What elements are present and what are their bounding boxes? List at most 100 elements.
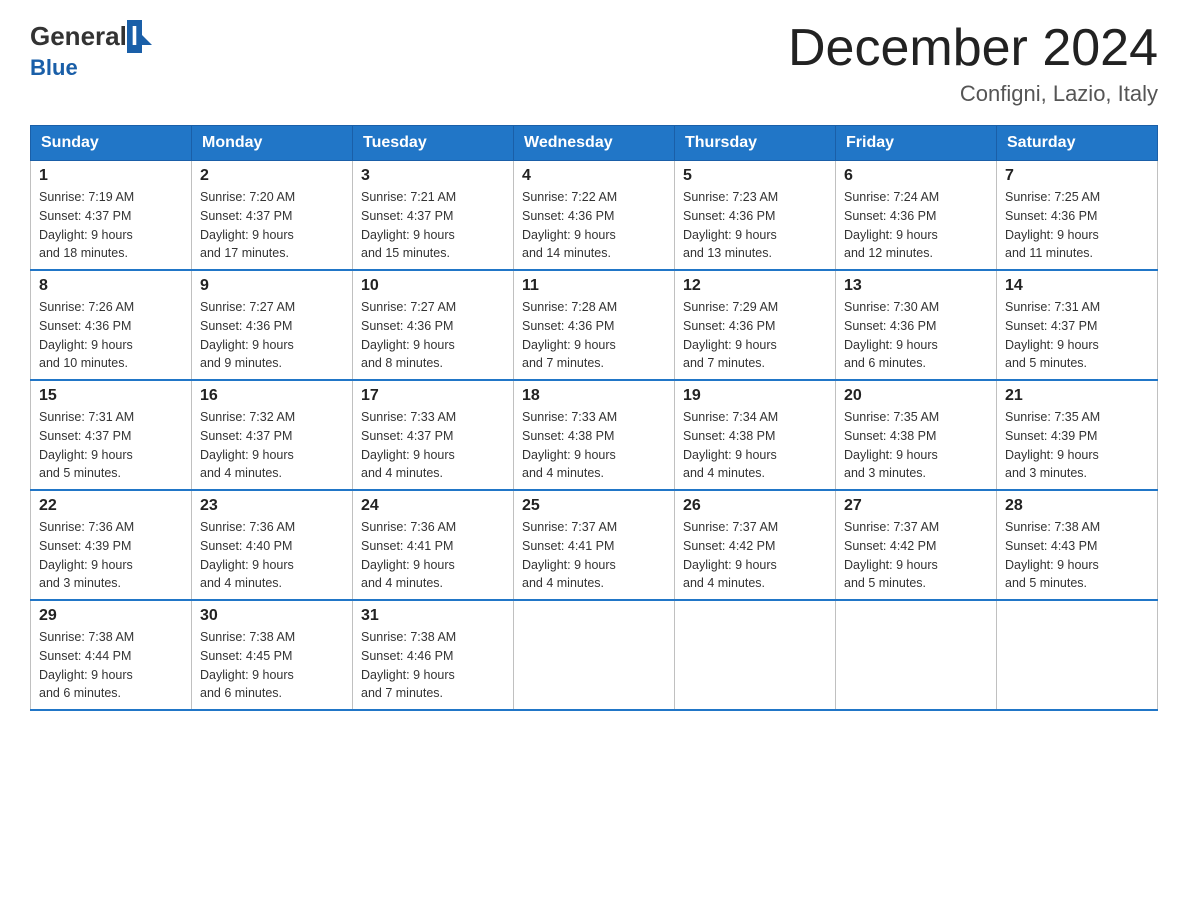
calendar-week-3: 15 Sunrise: 7:31 AMSunset: 4:37 PMDayligh…	[31, 380, 1158, 490]
day-number: 28	[1005, 497, 1149, 515]
logo: General l Blue	[30, 20, 152, 81]
day-info: Sunrise: 7:33 AMSunset: 4:37 PMDaylight:…	[361, 408, 505, 483]
day-info: Sunrise: 7:34 AMSunset: 4:38 PMDaylight:…	[683, 408, 827, 483]
calendar-cell: 1 Sunrise: 7:19 AMSunset: 4:37 PMDaylight…	[31, 161, 192, 271]
day-info: Sunrise: 7:26 AMSunset: 4:36 PMDaylight:…	[39, 298, 183, 373]
day-number: 15	[39, 387, 183, 405]
calendar-subtitle: Configni, Lazio, Italy	[788, 81, 1158, 107]
day-info: Sunrise: 7:36 AMSunset: 4:39 PMDaylight:…	[39, 518, 183, 593]
calendar-cell	[675, 600, 836, 710]
calendar-cell: 8 Sunrise: 7:26 AMSunset: 4:36 PMDaylight…	[31, 270, 192, 380]
calendar-cell: 5 Sunrise: 7:23 AMSunset: 4:36 PMDaylight…	[675, 161, 836, 271]
calendar-cell: 6Sunrise: 7:24 AMSunset: 4:36 PMDaylight…	[836, 161, 997, 271]
day-number: 31	[361, 607, 505, 625]
day-info: Sunrise: 7:37 AMSunset: 4:42 PMDaylight:…	[844, 518, 988, 593]
day-number: 1	[39, 167, 183, 185]
day-info: Sunrise: 7:31 AMSunset: 4:37 PMDaylight:…	[1005, 298, 1149, 373]
day-number: 25	[522, 497, 666, 515]
day-info: Sunrise: 7:35 AMSunset: 4:39 PMDaylight:…	[1005, 408, 1149, 483]
day-number: 11	[522, 277, 666, 295]
calendar-cell	[514, 600, 675, 710]
day-info: Sunrise: 7:19 AMSunset: 4:37 PMDaylight:…	[39, 188, 183, 263]
day-number: 4	[522, 167, 666, 185]
calendar-table: SundayMondayTuesdayWednesdayThursdayFrid…	[30, 125, 1158, 711]
calendar-cell: 25 Sunrise: 7:37 AMSunset: 4:41 PMDayligh…	[514, 490, 675, 600]
day-info: Sunrise: 7:25 AMSunset: 4:36 PMDaylight:…	[1005, 188, 1149, 263]
day-info: Sunrise: 7:27 AMSunset: 4:36 PMDaylight:…	[361, 298, 505, 373]
day-number: 27	[844, 497, 988, 515]
day-info: Sunrise: 7:35 AMSunset: 4:38 PMDaylight:…	[844, 408, 988, 483]
day-number: 17	[361, 387, 505, 405]
calendar-cell: 23 Sunrise: 7:36 AMSunset: 4:40 PMDayligh…	[192, 490, 353, 600]
calendar-cell: 15 Sunrise: 7:31 AMSunset: 4:37 PMDayligh…	[31, 380, 192, 490]
calendar-cell: 28 Sunrise: 7:38 AMSunset: 4:43 PMDayligh…	[997, 490, 1158, 600]
day-number: 5	[683, 167, 827, 185]
calendar-cell: 24 Sunrise: 7:36 AMSunset: 4:41 PMDayligh…	[353, 490, 514, 600]
day-info: Sunrise: 7:37 AMSunset: 4:42 PMDaylight:…	[683, 518, 827, 593]
day-info: Sunrise: 7:29 AMSunset: 4:36 PMDaylight:…	[683, 298, 827, 373]
day-info: Sunrise: 7:20 AMSunset: 4:37 PMDaylight:…	[200, 188, 344, 263]
day-info: Sunrise: 7:38 AMSunset: 4:46 PMDaylight:…	[361, 628, 505, 703]
day-number: 13	[844, 277, 988, 295]
day-number: 23	[200, 497, 344, 515]
day-info: Sunrise: 7:37 AMSunset: 4:41 PMDaylight:…	[522, 518, 666, 593]
day-info: Sunrise: 7:27 AMSunset: 4:36 PMDaylight:…	[200, 298, 344, 373]
day-number: 10	[361, 277, 505, 295]
calendar-cell: 21 Sunrise: 7:35 AMSunset: 4:39 PMDayligh…	[997, 380, 1158, 490]
calendar-cell: 29 Sunrise: 7:38 AMSunset: 4:44 PMDayligh…	[31, 600, 192, 710]
day-info: Sunrise: 7:31 AMSunset: 4:37 PMDaylight:…	[39, 408, 183, 483]
calendar-cell: 31 Sunrise: 7:38 AMSunset: 4:46 PMDayligh…	[353, 600, 514, 710]
day-number: 19	[683, 387, 827, 405]
calendar-cell: 12Sunrise: 7:29 AMSunset: 4:36 PMDayligh…	[675, 270, 836, 380]
day-number: 16	[200, 387, 344, 405]
day-info: Sunrise: 7:22 AMSunset: 4:36 PMDaylight:…	[522, 188, 666, 263]
weekday-header-friday: Friday	[836, 126, 997, 161]
day-info: Sunrise: 7:21 AMSunset: 4:37 PMDaylight:…	[361, 188, 505, 263]
day-number: 24	[361, 497, 505, 515]
calendar-cell	[997, 600, 1158, 710]
weekday-header-wednesday: Wednesday	[514, 126, 675, 161]
calendar-cell: 3Sunrise: 7:21 AMSunset: 4:37 PMDaylight…	[353, 161, 514, 271]
day-number: 14	[1005, 277, 1149, 295]
weekday-header-tuesday: Tuesday	[353, 126, 514, 161]
logo-blue-label: Blue	[30, 55, 78, 81]
calendar-cell: 18Sunrise: 7:33 AMSunset: 4:38 PMDayligh…	[514, 380, 675, 490]
day-number: 8	[39, 277, 183, 295]
calendar-cell: 27 Sunrise: 7:37 AMSunset: 4:42 PMDayligh…	[836, 490, 997, 600]
calendar-week-1: 1 Sunrise: 7:19 AMSunset: 4:37 PMDaylight…	[31, 161, 1158, 271]
day-number: 26	[683, 497, 827, 515]
day-info: Sunrise: 7:38 AMSunset: 4:45 PMDaylight:…	[200, 628, 344, 703]
calendar-cell: 16 Sunrise: 7:32 AMSunset: 4:37 PMDayligh…	[192, 380, 353, 490]
day-number: 29	[39, 607, 183, 625]
day-number: 2	[200, 167, 344, 185]
logo-triangle-icon	[140, 33, 152, 45]
calendar-cell: 10 Sunrise: 7:27 AMSunset: 4:36 PMDayligh…	[353, 270, 514, 380]
day-info: Sunrise: 7:28 AMSunset: 4:36 PMDaylight:…	[522, 298, 666, 373]
page-header: General l Blue December 2024 Configni, L…	[30, 20, 1158, 107]
day-number: 18	[522, 387, 666, 405]
day-number: 30	[200, 607, 344, 625]
calendar-cell: 30 Sunrise: 7:38 AMSunset: 4:45 PMDayligh…	[192, 600, 353, 710]
day-info: Sunrise: 7:23 AMSunset: 4:36 PMDaylight:…	[683, 188, 827, 263]
day-info: Sunrise: 7:30 AMSunset: 4:36 PMDaylight:…	[844, 298, 988, 373]
calendar-week-2: 8 Sunrise: 7:26 AMSunset: 4:36 PMDaylight…	[31, 270, 1158, 380]
calendar-cell: 20 Sunrise: 7:35 AMSunset: 4:38 PMDayligh…	[836, 380, 997, 490]
calendar-cell: 22 Sunrise: 7:36 AMSunset: 4:39 PMDayligh…	[31, 490, 192, 600]
day-number: 22	[39, 497, 183, 515]
calendar-cell: 13 Sunrise: 7:30 AMSunset: 4:36 PMDayligh…	[836, 270, 997, 380]
calendar-cell: 7Sunrise: 7:25 AMSunset: 4:36 PMDaylight…	[997, 161, 1158, 271]
logo-general-text: General	[30, 21, 127, 52]
weekday-header-thursday: Thursday	[675, 126, 836, 161]
calendar-cell: 9Sunrise: 7:27 AMSunset: 4:36 PMDaylight…	[192, 270, 353, 380]
calendar-cell: 19 Sunrise: 7:34 AMSunset: 4:38 PMDayligh…	[675, 380, 836, 490]
day-info: Sunrise: 7:36 AMSunset: 4:41 PMDaylight:…	[361, 518, 505, 593]
calendar-cell: 2 Sunrise: 7:20 AMSunset: 4:37 PMDaylight…	[192, 161, 353, 271]
day-info: Sunrise: 7:36 AMSunset: 4:40 PMDaylight:…	[200, 518, 344, 593]
day-info: Sunrise: 7:38 AMSunset: 4:44 PMDaylight:…	[39, 628, 183, 703]
calendar-title: December 2024	[788, 20, 1158, 77]
day-info: Sunrise: 7:24 AMSunset: 4:36 PMDaylight:…	[844, 188, 988, 263]
day-info: Sunrise: 7:32 AMSunset: 4:37 PMDaylight:…	[200, 408, 344, 483]
day-number: 21	[1005, 387, 1149, 405]
day-info: Sunrise: 7:38 AMSunset: 4:43 PMDaylight:…	[1005, 518, 1149, 593]
day-number: 20	[844, 387, 988, 405]
